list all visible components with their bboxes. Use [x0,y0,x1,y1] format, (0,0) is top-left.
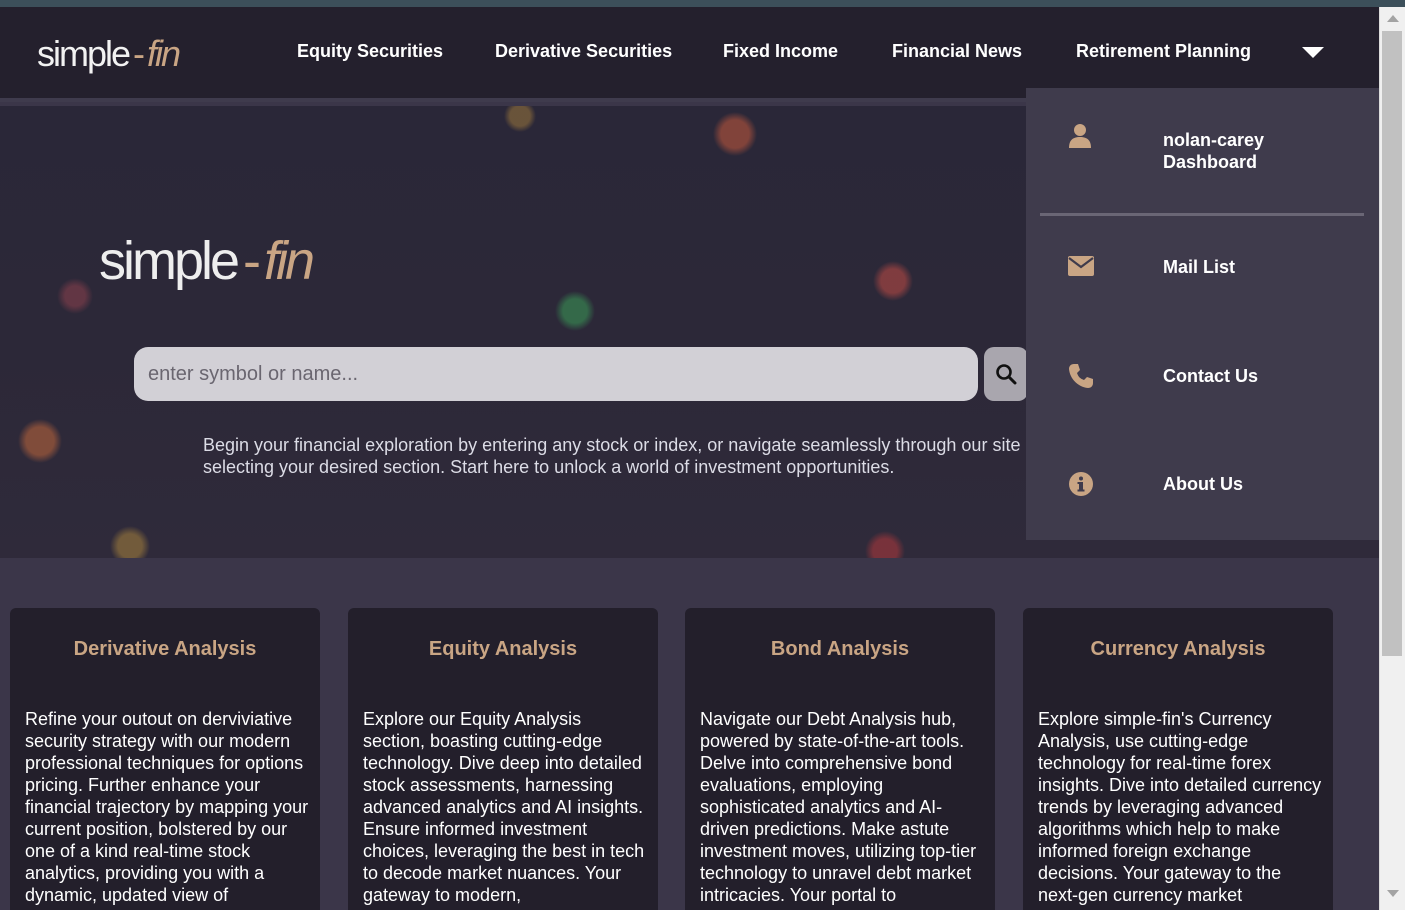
card-title: Equity Analysis [428,638,578,660]
caret-down-icon[interactable] [1302,47,1324,58]
card-derivative-analysis[interactable]: Derivative Analysis Refine your outout o… [10,608,320,910]
info-icon [1069,472,1093,496]
logo-accent: fin [147,33,181,74]
dropdown-label: nolan-carey Dashboard [1163,130,1265,172]
scroll-thumb[interactable] [1382,31,1402,656]
nav-fixed-income[interactable]: Fixed Income [723,41,838,62]
card-body: Navigate our Debt Analysis hub, powered … [700,709,977,905]
hero-logo-dash: - [243,231,261,291]
mail-icon [1068,256,1094,276]
card-title: Bond Analysis [770,638,910,660]
card-body: Explore our Equity Analysis section, boa… [363,709,645,905]
nav-financial-news[interactable]: Financial News [892,41,1022,62]
search-icon [996,364,1017,385]
hero-logo: simple - fin [99,230,315,292]
dropdown-item-dashboard[interactable]: nolan-carey Dashboard [1026,123,1379,183]
nav-equity-securities[interactable]: Equity Securities [297,41,443,62]
card-title: Derivative Analysis [73,638,257,660]
card-body: Refine your outout on derviviative secur… [25,709,309,905]
dropdown-item-about-us[interactable]: About Us [1026,471,1379,511]
phone-icon [1069,364,1093,388]
dropdown-label: About Us [1163,474,1243,494]
hero-logo-main: simple [99,231,240,291]
scroll-up-arrow-icon[interactable] [1387,15,1399,22]
logo-dash: - [133,33,145,74]
scroll-down-arrow-icon[interactable] [1387,890,1399,897]
dropdown-divider [1040,213,1364,216]
hero-logo-accent: fin [264,231,315,291]
user-dropdown-menu: nolan-carey Dashboard Mail List Contact … [1026,88,1379,540]
logo-main: simple [37,33,131,74]
dropdown-label: Contact Us [1163,366,1259,386]
logo[interactable]: simple - fin [37,33,181,75]
user-icon [1069,124,1091,148]
nav-retirement-planning[interactable]: Retirement Planning [1076,41,1251,62]
dropdown-item-mail-list[interactable]: Mail List [1026,256,1379,296]
window-top-border [0,0,1405,7]
page: simple - fin Equity Securities Derivative … [0,7,1379,910]
card-currency-analysis[interactable]: Currency Analysis Explore simple-fin's C… [1023,608,1333,910]
hero-intro-text: Begin your financial exploration by ente… [203,435,1045,477]
search-button[interactable] [984,347,1028,401]
nav-derivative-securities[interactable]: Derivative Securities [495,41,672,62]
card-equity-analysis[interactable]: Equity Analysis Explore our Equity Analy… [348,608,658,910]
card-bond-analysis[interactable]: Bond Analysis Navigate our Debt Analysis… [685,608,995,910]
dropdown-item-contact-us[interactable]: Contact Us [1026,363,1379,403]
card-title: Currency Analysis [1090,638,1266,660]
search-input[interactable] [134,347,978,401]
dropdown-label: Mail List [1163,257,1236,277]
vertical-scrollbar[interactable] [1379,7,1405,910]
card-body: Explore simple-fin's Currency Analysis, … [1038,709,1322,905]
